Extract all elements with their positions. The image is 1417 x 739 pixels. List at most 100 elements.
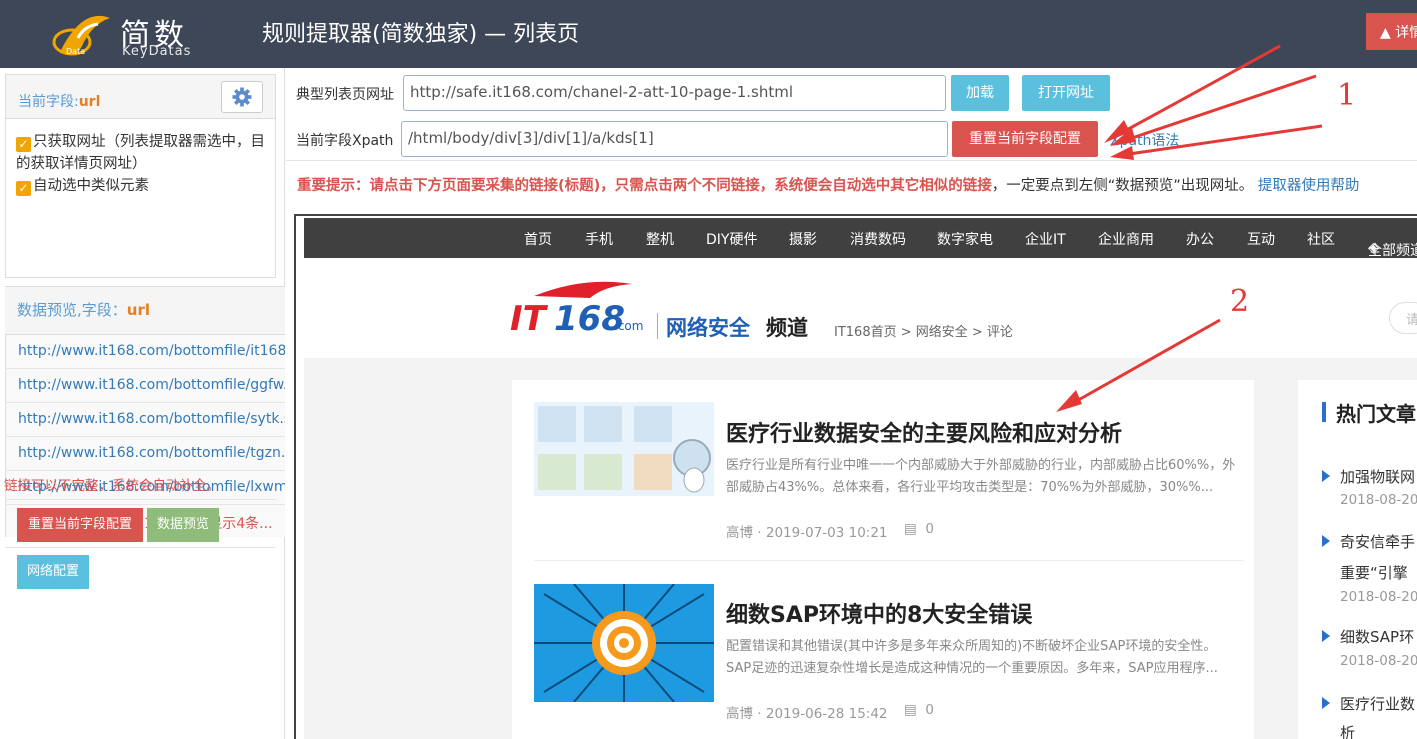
field-config-box: 当前字段:url ✓ 只获取网址（列表提取器需选中，目的获取详情页网址） ✓ 自… — [5, 74, 276, 278]
only-url-label: 只获取网址（列表提取器需选中，目的获取详情页网址） — [16, 134, 265, 172]
checkbox-checked-icon: ✓ — [16, 137, 31, 152]
hot-article-link-line2[interactable]: 析 — [1340, 722, 1355, 739]
open-url-button[interactable]: 打开网址 — [1022, 75, 1110, 111]
gear-icon — [232, 87, 252, 107]
settings-button[interactable] — [221, 81, 263, 113]
nav-item[interactable]: 社区 — [1307, 229, 1335, 249]
svg-text:IT: IT — [510, 299, 549, 338]
divider — [657, 313, 658, 339]
bullet-icon — [1322, 535, 1330, 547]
comment-icon: ▤ — [904, 521, 917, 537]
app-logo: Data 简数 KeyDatas — [52, 8, 212, 60]
site-header: IT 168 .com 网络安全 频道 IT168首页 > 网络安全 > 评论 … — [304, 258, 1417, 358]
preview-field-value: url — [126, 301, 150, 319]
article-summary: 配置错误和其他错误(其中许多是多年来众所周知的)不断破坏企业SAP环境的安全性。… — [726, 639, 1218, 676]
important-tip: 重要提示：请点击下方页面要采集的链接(标题)，只需点击两个不同链接，系统便会自动… — [297, 174, 1359, 195]
preview-url-row[interactable]: http://www.it168.com/bottomfile/it168.sh… — [5, 335, 285, 369]
article-thumbnail[interactable] — [534, 402, 714, 496]
data-preview-button[interactable]: 数据预览 — [147, 508, 219, 542]
data-preview-header: 数据预览,字段：url — [5, 287, 285, 335]
nav-item[interactable]: 数字家电 — [937, 229, 993, 249]
load-button[interactable]: 加载 — [951, 75, 1009, 111]
divider — [534, 560, 1244, 561]
divider — [5, 499, 276, 500]
logo-text-en: KeyDatas — [122, 44, 192, 59]
hot-article-date: 2018-08-20 — [1340, 653, 1417, 669]
article-meta: 高博 · 2019-06-28 15:42 — [726, 706, 888, 722]
article-title[interactable]: 细数SAP环境中的8大安全错误 — [726, 597, 1032, 629]
auto-select-label: 自动选中类似元素 — [33, 178, 149, 194]
xpath-input[interactable]: /html/body/div[3]/div[1]/a/kds[1] — [401, 121, 948, 157]
channel-name: 网络安全 — [666, 316, 750, 340]
preview-url-row[interactable]: http://www.it168.com/bottomfile/sytk.sht… — [5, 403, 285, 437]
top-bar: Data 简数 KeyDatas 规则提取器(简数独家) — 列表页 ▲ 详情 — [0, 0, 1417, 68]
hot-articles-title: 热门文章 — [1336, 402, 1416, 426]
xpath-label: 当前字段Xpath — [296, 133, 394, 149]
xpath-help-link[interactable]: Xpath语法 — [1110, 130, 1179, 150]
reset-field-button[interactable]: 重置当前字段配置 — [17, 508, 143, 542]
hot-article-link[interactable]: 细数SAP环 — [1340, 626, 1414, 647]
field-config-header: 当前字段:url — [6, 75, 275, 119]
divider — [5, 547, 276, 548]
list-url-label: 典型列表页网址 — [296, 87, 394, 103]
site-nav: 首页 手机 整机 DIY硬件 摄影 消费数码 数字家电 企业IT 企业商用 办公… — [304, 218, 1417, 259]
bullet-icon — [1322, 630, 1330, 642]
hot-article-link[interactable]: 加强物联网 — [1340, 466, 1415, 487]
fire-icon: ▲ — [1380, 25, 1391, 41]
nav-item[interactable]: 办公 — [1186, 229, 1214, 249]
auto-select-checkbox[interactable]: ✓ 自动选中类似元素 — [16, 175, 149, 197]
bullet-icon — [1322, 470, 1330, 482]
current-field-value: url — [78, 94, 101, 110]
data-preview-box: 数据预览,字段：url http://www.it168.com/bottomf… — [5, 286, 285, 537]
nav-item[interactable]: 首页 — [524, 229, 552, 249]
help-link[interactable]: 提取器使用帮助 — [1258, 178, 1360, 194]
article-thumbnail[interactable] — [534, 584, 714, 702]
only-url-checkbox[interactable]: ✓ 只获取网址（列表提取器需选中，目的获取详情页网址） — [16, 131, 274, 175]
site-search-input[interactable]: 请 — [1389, 302, 1417, 334]
comment-icon: ▤ — [904, 702, 917, 718]
svg-text:Data: Data — [66, 47, 85, 56]
network-config-button[interactable]: 网络配置 — [17, 555, 89, 589]
hot-articles-panel: 热门文章 加强物联网 2018-08-20 奇安信牵手 重要“引擎 2018-0… — [1298, 380, 1417, 739]
breadcrumb[interactable]: IT168首页 > 网络安全 > 评论 — [834, 321, 1013, 340]
annotation-number-1: 1 — [1337, 78, 1357, 113]
article-meta: 高博 · 2019-07-03 10:21 — [726, 525, 888, 541]
tip-normal-text: ，一定要点到左侧“数据预览”出现网址。 — [991, 178, 1254, 194]
left-panel: 当前字段:url ✓ 只获取网址（列表提取器需选中，目的获取详情页网址） ✓ 自… — [0, 68, 285, 739]
tip-red-text: 重要提示：请点击下方页面要采集的链接(标题)，只需点击两个不同链接，系统便会自动… — [297, 178, 992, 194]
url-complete-note: 链接可以不完整，系统会自动补全。 — [4, 478, 220, 494]
comment-count: ▤ 0 — [904, 521, 934, 537]
page-title: 规则提取器(简数独家) — 列表页 — [262, 22, 580, 47]
bullet-icon — [1322, 697, 1330, 709]
article-title[interactable]: 医疗行业数据安全的主要风险和应对分析 — [726, 416, 1122, 448]
reset-xpath-button[interactable]: 重置当前字段配置 — [952, 121, 1098, 157]
nav-item[interactable]: 企业IT — [1025, 229, 1066, 249]
nav-item[interactable]: 手机 — [585, 229, 613, 249]
checkbox-checked-icon: ✓ — [16, 181, 31, 196]
hot-article-link-line2[interactable]: 重要“引擎 — [1340, 562, 1408, 583]
nav-item[interactable]: 企业商用 — [1098, 229, 1154, 249]
detail-button[interactable]: ▲ 详情 — [1366, 13, 1417, 50]
divider — [286, 160, 1417, 161]
logo-mark-icon: Data — [52, 15, 110, 56]
hot-article-link[interactable]: 医疗行业数 — [1340, 693, 1415, 714]
nav-item[interactable]: 互动 — [1247, 229, 1275, 249]
channel-suffix: 频道 — [766, 316, 808, 340]
nav-item[interactable]: 消费数码 — [850, 229, 906, 249]
article-summary: 医疗行业是所有行业中唯一一个内部威胁大于外部威胁的行业，内部威胁占比60%%，外… — [726, 458, 1236, 495]
it168-logo[interactable]: IT 168 .com — [504, 278, 654, 338]
hot-article-date: 2018-08-20 — [1340, 589, 1417, 605]
nav-item[interactable]: DIY硬件 — [706, 229, 757, 249]
hot-article-link[interactable]: 奇安信牵手 — [1340, 531, 1415, 552]
preview-url-row[interactable]: http://www.it168.com/bottomfile/ggfw.sht… — [5, 369, 285, 403]
svg-text:.com: .com — [614, 319, 643, 333]
current-field-label: 当前字段:url — [18, 94, 101, 110]
nav-item[interactable]: 整机 — [646, 229, 674, 249]
nav-item[interactable]: 摄影 — [789, 229, 817, 249]
hot-article-date: 2018-08-20 — [1340, 492, 1417, 508]
comment-count: ▤ 0 — [904, 702, 934, 718]
preview-url-row[interactable]: http://www.it168.com/bottomfile/tgzn.sht… — [5, 437, 285, 471]
section-bar — [1322, 402, 1326, 422]
annotation-number-2: 2 — [1230, 284, 1250, 319]
list-url-input[interactable]: http://safe.it168.com/chanel-2-att-10-pa… — [403, 75, 946, 111]
